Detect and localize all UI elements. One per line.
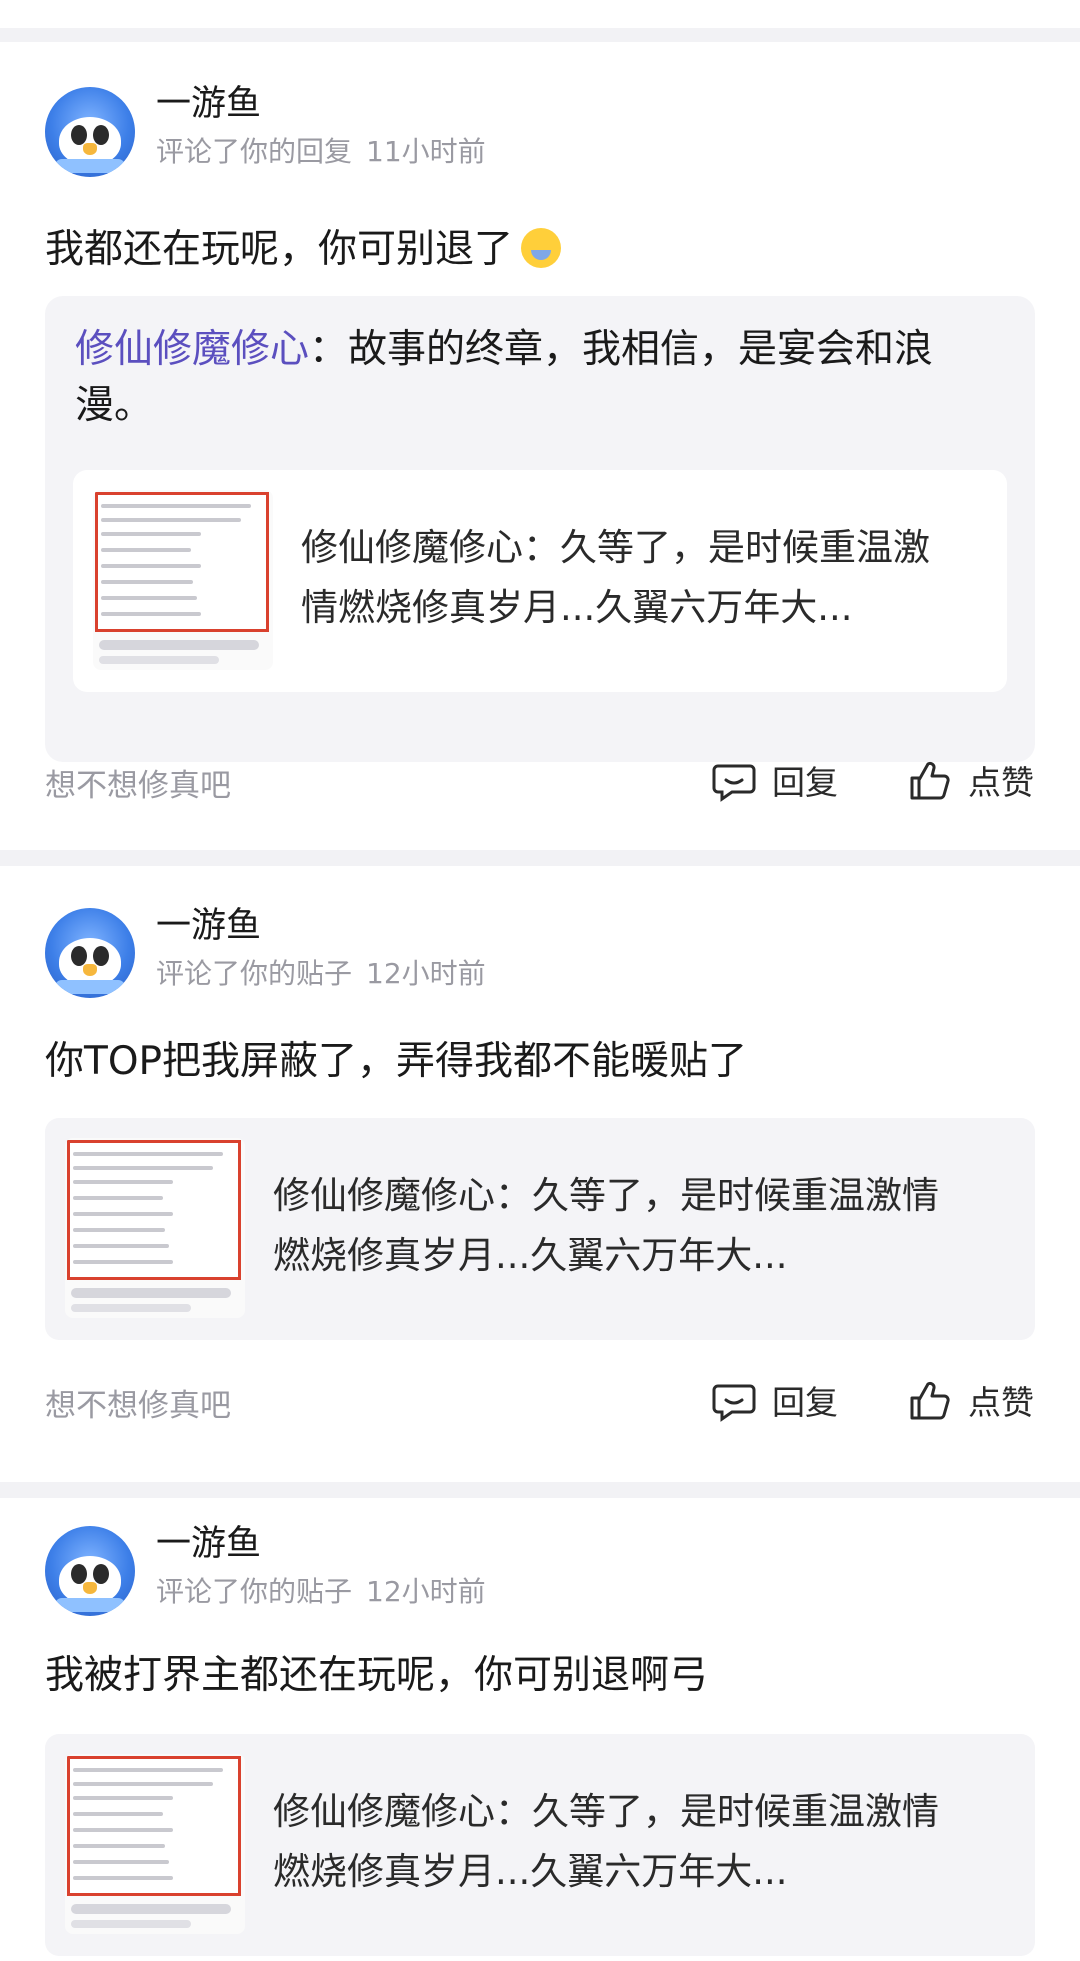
post-preview-line-2: 燃烧修真岁月...久翼六万年大... <box>273 1850 788 1893</box>
comment-body: 我都还在玩呢，你可别退了 <box>45 227 514 272</box>
notification-card[interactable]: 一游鱼 评论了你的回复 11小时前 我都还在玩呢，你可别退了 修仙修魔修心：故事的… <box>0 42 1080 850</box>
forum-tag[interactable]: 想不想修真吧 <box>45 1380 231 1425</box>
forum-tag[interactable]: 想不想修真吧 <box>45 760 231 805</box>
comment-text: 我都还在玩呢，你可别退了 <box>45 224 562 276</box>
post-preview[interactable]: 修仙修魔修心：久等了，是时候重温激情 燃烧修真岁月...久翼六万年大... <box>45 1734 1035 1956</box>
post-preview-line-1: 修仙修魔修心：久等了，是时候重温激情 <box>273 1790 939 1833</box>
reply-button[interactable]: 回复 <box>712 1376 838 1424</box>
quoted-reply-text: 修仙修魔修心：故事的终章，我相信，是宴会和浪漫。 <box>75 322 1005 434</box>
like-label: 点赞 <box>968 1383 1034 1422</box>
notification-meta: 评论了你的贴子 12小时前 <box>156 956 486 992</box>
reply-label: 回复 <box>772 1383 838 1422</box>
avatar[interactable] <box>45 908 135 998</box>
comment-text: 我被打界主都还在玩呢，你可别退啊弓 <box>45 1653 709 1698</box>
quote-author[interactable]: 修仙修魔修心 <box>75 327 309 372</box>
divider <box>0 850 1080 866</box>
notification-meta: 评论了你的贴子 12小时前 <box>156 1574 486 1610</box>
post-preview[interactable]: 修仙修魔修心：久等了，是时候重温激 情燃烧修真岁月...久翼六万年大... <box>73 470 1007 692</box>
action-text: 评论了你的贴子 <box>156 957 353 990</box>
like-label: 点赞 <box>968 763 1034 802</box>
divider <box>0 1482 1080 1498</box>
post-preview-line-2: 燃烧修真岁月...久翼六万年大... <box>273 1234 788 1277</box>
yawning-face-emoji-icon <box>521 228 562 268</box>
quoted-reply[interactable]: 修仙修魔修心：故事的终章，我相信，是宴会和浪漫。 修仙修魔修心：久等了，是时候重… <box>45 296 1035 762</box>
action-text: 评论了你的回复 <box>156 135 353 168</box>
post-thumbnail <box>65 1754 245 1934</box>
post-thumbnail <box>93 490 273 670</box>
timestamp: 12小时前 <box>366 1575 486 1608</box>
reply-button[interactable]: 回复 <box>712 756 838 804</box>
post-preview-line-1: 修仙修魔修心：久等了，是时候重温激 <box>301 526 930 569</box>
comment-text: 你TOP把我屏蔽了，弄得我都不能暖贴了 <box>45 1039 748 1084</box>
action-text: 评论了你的贴子 <box>156 1575 353 1608</box>
thumbs-up-icon <box>910 1381 950 1420</box>
notification-card[interactable]: 一游鱼 评论了你的贴子 12小时前 我被打界主都还在玩呢，你可别退啊弓 修仙修魔修… <box>0 1498 1080 1961</box>
post-preview[interactable]: 修仙修魔修心：久等了，是时候重温激情 燃烧修真岁月...久翼六万年大... <box>45 1118 1035 1340</box>
username[interactable]: 一游鱼 <box>156 1522 261 1566</box>
reply-label: 回复 <box>772 763 838 802</box>
notification-card[interactable]: 一游鱼 评论了你的贴子 12小时前 你TOP把我屏蔽了，弄得我都不能暖贴了 修仙修… <box>0 866 1080 1482</box>
quote-separator: ： <box>309 327 349 372</box>
timestamp: 12小时前 <box>366 957 486 990</box>
post-thumbnail <box>65 1138 245 1318</box>
divider <box>0 28 1080 42</box>
notification-meta: 评论了你的回复 11小时前 <box>156 134 486 170</box>
post-preview-line-2: 情燃烧修真岁月...久翼六万年大... <box>301 586 853 629</box>
avatar[interactable] <box>45 1526 135 1616</box>
chat-bubble-icon <box>712 1384 756 1422</box>
avatar[interactable] <box>45 87 135 177</box>
like-button[interactable]: 点赞 <box>908 1376 1034 1424</box>
thumbs-up-icon <box>910 761 950 800</box>
timestamp: 11小时前 <box>366 135 486 168</box>
like-button[interactable]: 点赞 <box>908 756 1034 804</box>
top-strip <box>0 0 1080 28</box>
username[interactable]: 一游鱼 <box>156 904 261 948</box>
chat-bubble-icon <box>712 764 756 802</box>
post-preview-line-1: 修仙修魔修心：久等了，是时候重温激情 <box>273 1174 939 1217</box>
username[interactable]: 一游鱼 <box>156 82 261 126</box>
